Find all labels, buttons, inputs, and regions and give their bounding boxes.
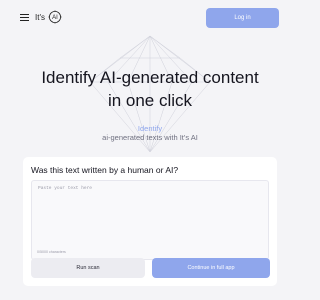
logo[interactable]: It's AI <box>35 9 62 25</box>
card-question: Was this text written by a human or AI? <box>31 165 179 175</box>
login-button[interactable]: Log in <box>206 8 279 28</box>
ai-circle-logo-icon: AI <box>48 10 62 24</box>
title-line-2: in one click <box>107 91 193 110</box>
text-input[interactable] <box>31 180 269 260</box>
subtitle-accent: Identify <box>137 124 163 133</box>
subtitle-text: ai-generated texts with It's AI <box>102 133 198 142</box>
run-scan-button[interactable]: Run scan <box>31 258 145 278</box>
character-count: 0/5000 characters <box>37 250 66 254</box>
page: It's AI Log in Identify AI-generated con… <box>0 0 300 300</box>
logo-badge-text: AI <box>52 15 58 21</box>
page-title: Identify AI-generated content in one cli… <box>0 66 300 112</box>
title-line-1: Identify AI-generated content <box>41 68 259 87</box>
hamburger-menu-icon[interactable] <box>20 14 29 22</box>
scan-card: Was this text written by a human or AI? … <box>23 157 277 286</box>
logo-text: It's <box>35 12 45 22</box>
continue-full-app-button[interactable]: Continue in full app <box>152 258 270 278</box>
